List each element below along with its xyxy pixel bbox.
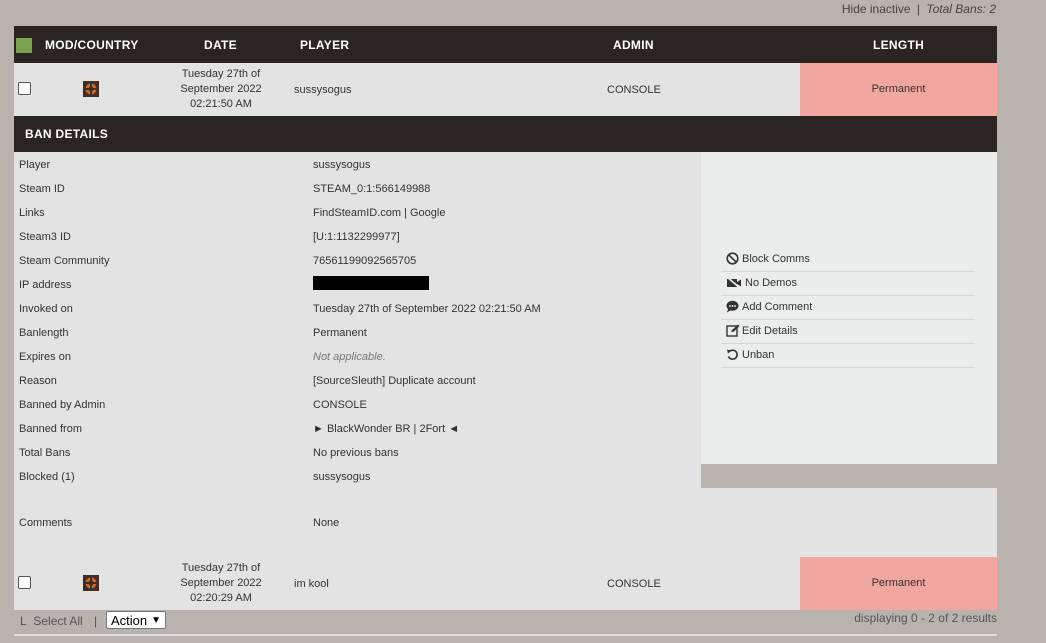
ban-length: Permanent [800, 557, 997, 610]
hide-inactive-link[interactable]: Hide inactive [842, 2, 911, 16]
ban-length: Permanent [800, 63, 997, 116]
column-date: DATE [204, 38, 237, 52]
no-video-icon [726, 276, 741, 289]
select-all-link[interactable]: L Select All [20, 614, 83, 628]
edit-icon [726, 324, 740, 337]
separator: | [916, 2, 921, 16]
panel-gap [701, 464, 997, 488]
ban-row[interactable]: Tuesday 27th of September 2022 02:20:29 … [14, 557, 997, 610]
tf2-icon [83, 81, 99, 97]
column-length: LENGTH [873, 38, 925, 52]
admin-name: CONSOLE [607, 84, 661, 96]
ban-details-title: BAN DETAILS [14, 116, 997, 152]
ban-date: Tuesday 27th of September 2022 02:21:50 … [180, 68, 262, 110]
add-comment-button[interactable]: Add Comment [721, 296, 975, 320]
column-player: PLAYER [300, 38, 350, 52]
tf2-icon [83, 575, 99, 591]
edit-details-button[interactable]: Edit Details [721, 320, 975, 344]
admin-name: CONSOLE [607, 578, 661, 590]
total-bans: Total Bans: 2 [926, 2, 996, 16]
header-square [16, 38, 32, 53]
ban-details: Player sussysogus Steam ID STEAM_0:1:56614… [14, 152, 997, 557]
divider [14, 634, 997, 636]
block-icon [726, 252, 739, 265]
row-checkbox[interactable] [18, 576, 31, 589]
results-count: displaying 0 - 2 of 2 results [854, 611, 997, 625]
undo-icon [727, 349, 738, 360]
ban-list: MOD/COUNTRY DATE PLAYER ADMIN LENGTH Tue… [14, 26, 997, 610]
block-comms-button[interactable]: Block Comms [721, 248, 975, 272]
list-footer: L Select All | Action ▼ displaying 0 - 2… [14, 609, 997, 633]
unban-button[interactable]: Unban [721, 344, 975, 368]
action-dropdown[interactable]: Action ▼ [106, 611, 166, 629]
comment-icon [726, 300, 739, 313]
ban-date: Tuesday 27th of September 2022 02:20:29 … [180, 562, 262, 604]
steam-community-link[interactable]: 76561199092565705 [313, 255, 416, 267]
ban-actions: Block Comms No Demos Add Comment Edit De… [721, 248, 975, 368]
redacted-ip [313, 276, 429, 290]
row-checkbox[interactable] [18, 82, 31, 95]
column-mod-country: MOD/COUNTRY [45, 38, 139, 52]
column-admin: ADMIN [613, 38, 654, 52]
filter-bar: Hide inactive | Total Bans: 2 [842, 2, 996, 16]
steam-links[interactable]: FindSteamID.com | Google [313, 207, 445, 219]
separator: | [94, 614, 98, 628]
no-demos-button[interactable]: No Demos [721, 272, 975, 296]
ban-row[interactable]: Tuesday 27th of September 2022 02:21:50 … [14, 63, 997, 116]
player-name: sussysogus [294, 84, 352, 96]
player-name: im kool [294, 578, 329, 590]
chevron-down-icon: ▼ [151, 615, 161, 626]
table-header: MOD/COUNTRY DATE PLAYER ADMIN LENGTH [14, 26, 997, 63]
